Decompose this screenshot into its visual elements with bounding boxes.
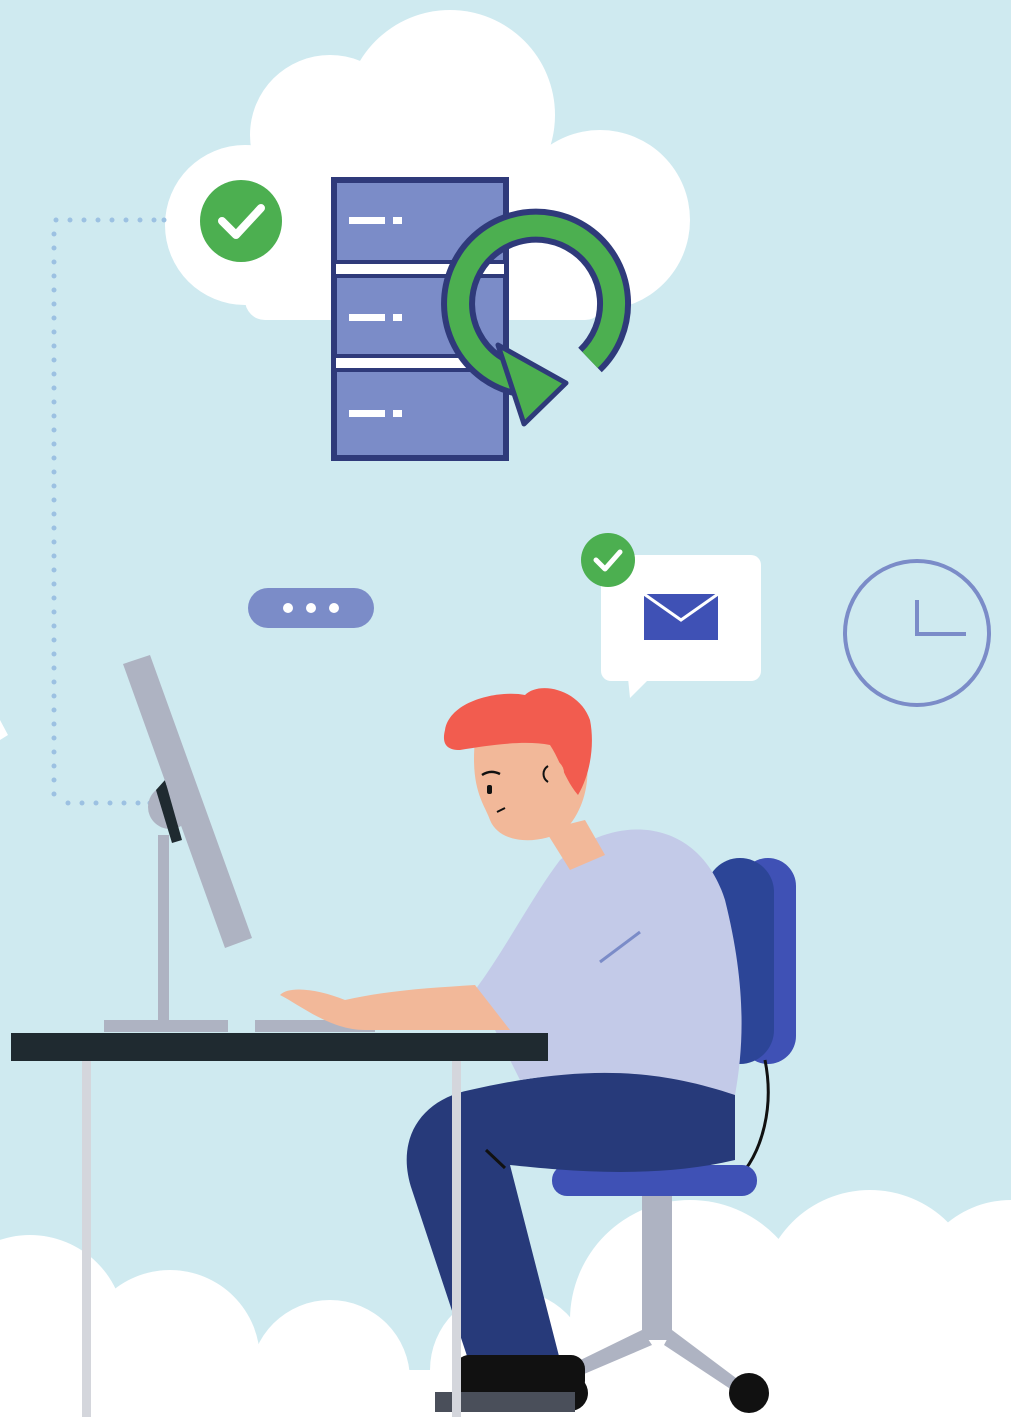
illustration-canvas — [0, 0, 1011, 1417]
message-bubble — [581, 533, 761, 698]
envelope-icon — [643, 592, 719, 640]
check-icon — [581, 533, 635, 587]
ellipsis-icon — [248, 588, 374, 628]
check-icon — [200, 180, 282, 262]
illustration-scene — [0, 0, 1011, 1417]
server-stack-icon — [331, 177, 509, 461]
